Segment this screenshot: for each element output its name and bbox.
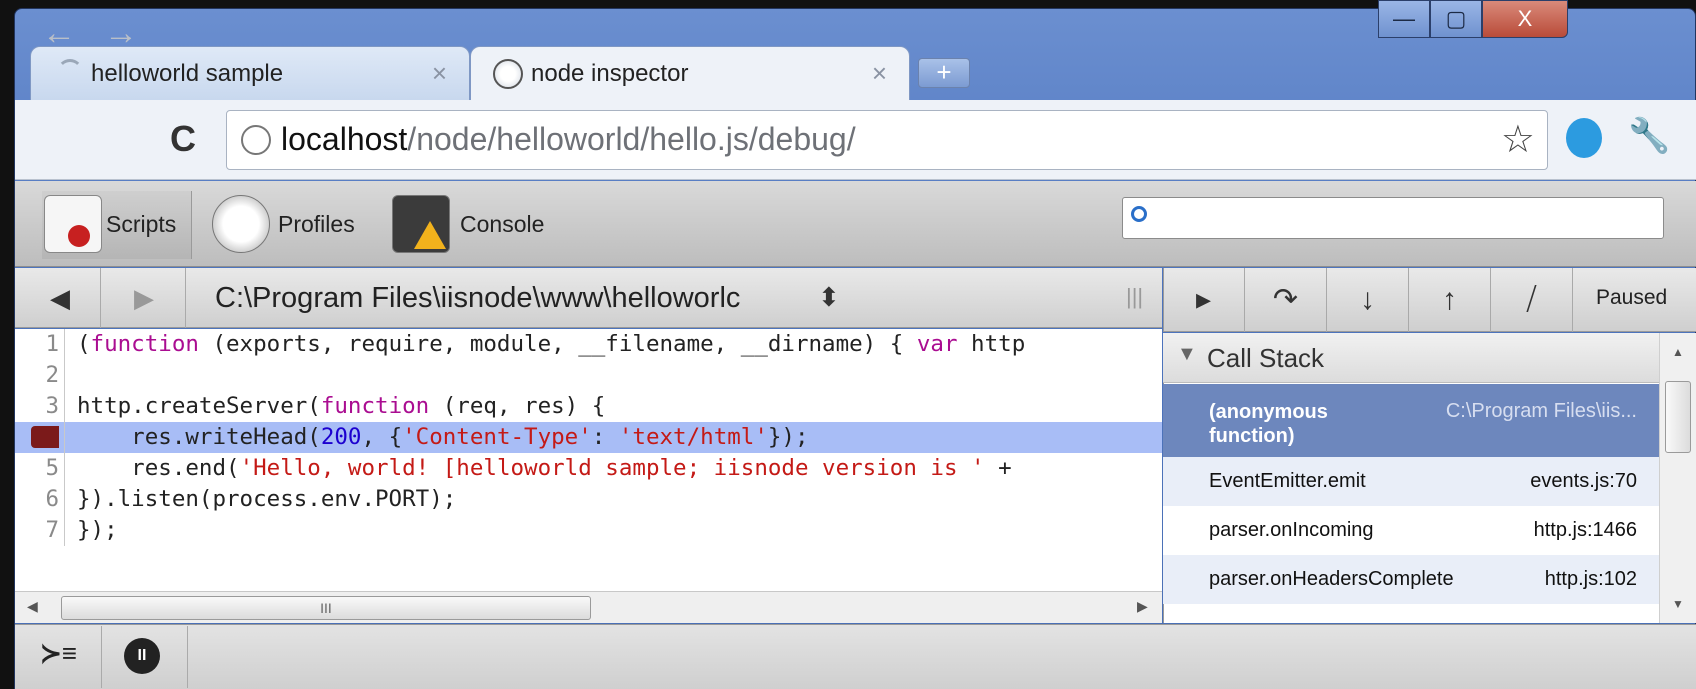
url-host: localhost (281, 121, 408, 157)
back-icon[interactable]: ← (42, 14, 76, 53)
call-stack-scrollbar[interactable]: ▲ ▼ (1659, 333, 1696, 623)
console-panel-button[interactable]: Console (392, 191, 552, 259)
nav-forward-icon[interactable]: ▶ (134, 283, 154, 314)
code-line-1: (function (exports, require, module, __f… (77, 331, 1026, 357)
call-frame[interactable]: parser.onHeadersComplete http.js:102 (1163, 555, 1659, 604)
status-divider (101, 626, 102, 688)
call-frame-location: http.js:102 (1544, 568, 1637, 590)
script-file-select[interactable]: C:\Program Files\iisnode\www\helloworlc (195, 274, 855, 324)
call-frame-selected[interactable]: (anonymous function) C:\Program Files\ii… (1163, 384, 1659, 457)
status-divider (187, 626, 188, 688)
address-bar[interactable]: localhost/node/helloworld/hello.js/debug… (226, 110, 1548, 170)
scroll-thumb[interactable]: III (61, 596, 591, 620)
select-chevron-icon[interactable]: ⬍ (818, 282, 840, 313)
disclosure-triangle-icon: ▼ (1177, 343, 1197, 365)
call-frame-location: C:\Program Files\iis... (1445, 400, 1637, 422)
url-text: localhost/node/helloworld/hello.js/debug… (281, 121, 856, 158)
resume-button[interactable]: ▸ (1163, 268, 1245, 332)
call-frame-function: (anonymous function) (1209, 401, 1328, 447)
call-frame-function: parser.onIncoming (1209, 519, 1374, 541)
console-drawer-button[interactable]: ≻≡ (40, 638, 77, 669)
scroll-right-icon[interactable]: ▶ (1137, 598, 1148, 615)
step-over-button[interactable]: ↷ (1245, 268, 1327, 332)
code-line-4: res.writeHead(200, {'Content-Type': 'tex… (77, 424, 809, 450)
bug-icon (68, 225, 90, 247)
reload-icon[interactable]: C (170, 118, 196, 160)
call-frame-function: parser.onHeadersComplete (1209, 568, 1454, 590)
nav-back-icon[interactable]: ◀ (50, 283, 70, 314)
warning-icon (414, 221, 446, 249)
scroll-up-icon[interactable]: ▲ (1672, 345, 1684, 359)
step-into-icon: ↓ (1360, 283, 1375, 316)
console-label: Console (460, 211, 545, 237)
profiles-label: Profiles (278, 211, 355, 237)
scroll-down-icon[interactable]: ▼ (1672, 597, 1684, 611)
url-path: /node/helloworld/hello.js/debug/ (407, 121, 856, 157)
breakpoint-marker-icon[interactable] (31, 426, 59, 448)
resume-icon: ▸ (1195, 283, 1212, 316)
loading-icon (57, 59, 83, 85)
tab-label: node inspector (531, 60, 689, 87)
step-out-button[interactable]: ↑ (1409, 268, 1491, 332)
tab-close-icon[interactable]: × (432, 58, 447, 89)
scripts-label: Scripts (106, 211, 177, 237)
call-stack-header[interactable]: ▼ Call Stack (1163, 333, 1659, 383)
new-tab-button[interactable]: + (918, 58, 970, 88)
nav-divider (185, 268, 186, 328)
step-over-icon: ↷ (1272, 283, 1299, 316)
search-icon (1131, 206, 1147, 222)
resize-grip-icon[interactable]: ||| (1126, 284, 1143, 310)
scroll-left-icon[interactable]: ◀ (27, 598, 38, 615)
call-frame-location: events.js:70 (1530, 470, 1637, 492)
tab-label: helloworld sample (91, 60, 284, 87)
debugger-status: Paused (1596, 286, 1668, 309)
call-stack-title: Call Stack (1207, 343, 1325, 373)
close-window-button[interactable]: X (1482, 0, 1568, 38)
tab-close-icon[interactable]: × (872, 58, 887, 89)
line-number[interactable]: 7 (15, 515, 65, 546)
line-number[interactable]: 5 (15, 453, 65, 484)
code-line-3: http.createServer(function (req, res) { (77, 393, 606, 419)
devtools-status-bar (15, 624, 1696, 689)
globe-icon (493, 59, 523, 89)
call-frame-location: http.js:1466 (1533, 519, 1637, 541)
call-frame[interactable]: parser.onIncoming http.js:1466 (1163, 506, 1659, 555)
skype-extension-icon[interactable] (1566, 118, 1602, 158)
line-number[interactable]: 2 (15, 360, 65, 391)
wrench-icon[interactable]: 🔧 (1628, 116, 1670, 156)
pause-on-exceptions-button[interactable]: II (124, 638, 160, 674)
forward-icon[interactable]: → (104, 14, 138, 53)
script-file-path: C:\Program Files\iisnode\www\helloworlc (215, 282, 741, 314)
tab-helloworld-sample[interactable]: helloworld sample × (30, 46, 470, 100)
code-line-5: res.end('Hello, world! [helloworld sampl… (77, 455, 1012, 481)
deactivate-breakpoints-icon: ⧸ (1526, 283, 1537, 316)
line-number[interactable]: 6 (15, 484, 65, 515)
scroll-thumb[interactable] (1665, 381, 1691, 453)
profiles-icon (212, 195, 270, 253)
maximize-button[interactable]: ▢ (1430, 0, 1482, 38)
tab-node-inspector[interactable]: node inspector × (470, 46, 910, 102)
code-editor[interactable]: 1 2 3 5 6 7 (function (exports, require,… (15, 329, 1162, 591)
profiles-panel-button[interactable]: Profiles (212, 191, 372, 259)
call-frame[interactable]: EventEmitter.emit events.js:70 (1163, 457, 1659, 506)
line-number[interactable]: 1 (15, 329, 65, 360)
star-icon[interactable]: ☆ (1501, 117, 1535, 162)
call-frame-function: EventEmitter.emit (1209, 470, 1366, 492)
horizontal-scrollbar[interactable]: ◀ III ▶ (15, 591, 1162, 623)
nav-divider (100, 268, 101, 328)
page-globe-icon (241, 125, 271, 155)
step-out-icon: ↑ (1442, 283, 1457, 316)
deactivate-breakpoints-button[interactable]: ⧸ (1491, 268, 1573, 332)
scripts-panel-button[interactable]: Scripts (42, 191, 192, 259)
code-line-6: }).listen(process.env.PORT); (77, 486, 457, 512)
line-number-breakpoint[interactable] (15, 422, 65, 453)
devtools-search-input[interactable] (1122, 197, 1664, 239)
step-into-button[interactable]: ↓ (1327, 268, 1409, 332)
minimize-button[interactable]: — (1378, 0, 1430, 38)
code-line-7: }); (77, 517, 118, 543)
line-number[interactable]: 3 (15, 391, 65, 422)
